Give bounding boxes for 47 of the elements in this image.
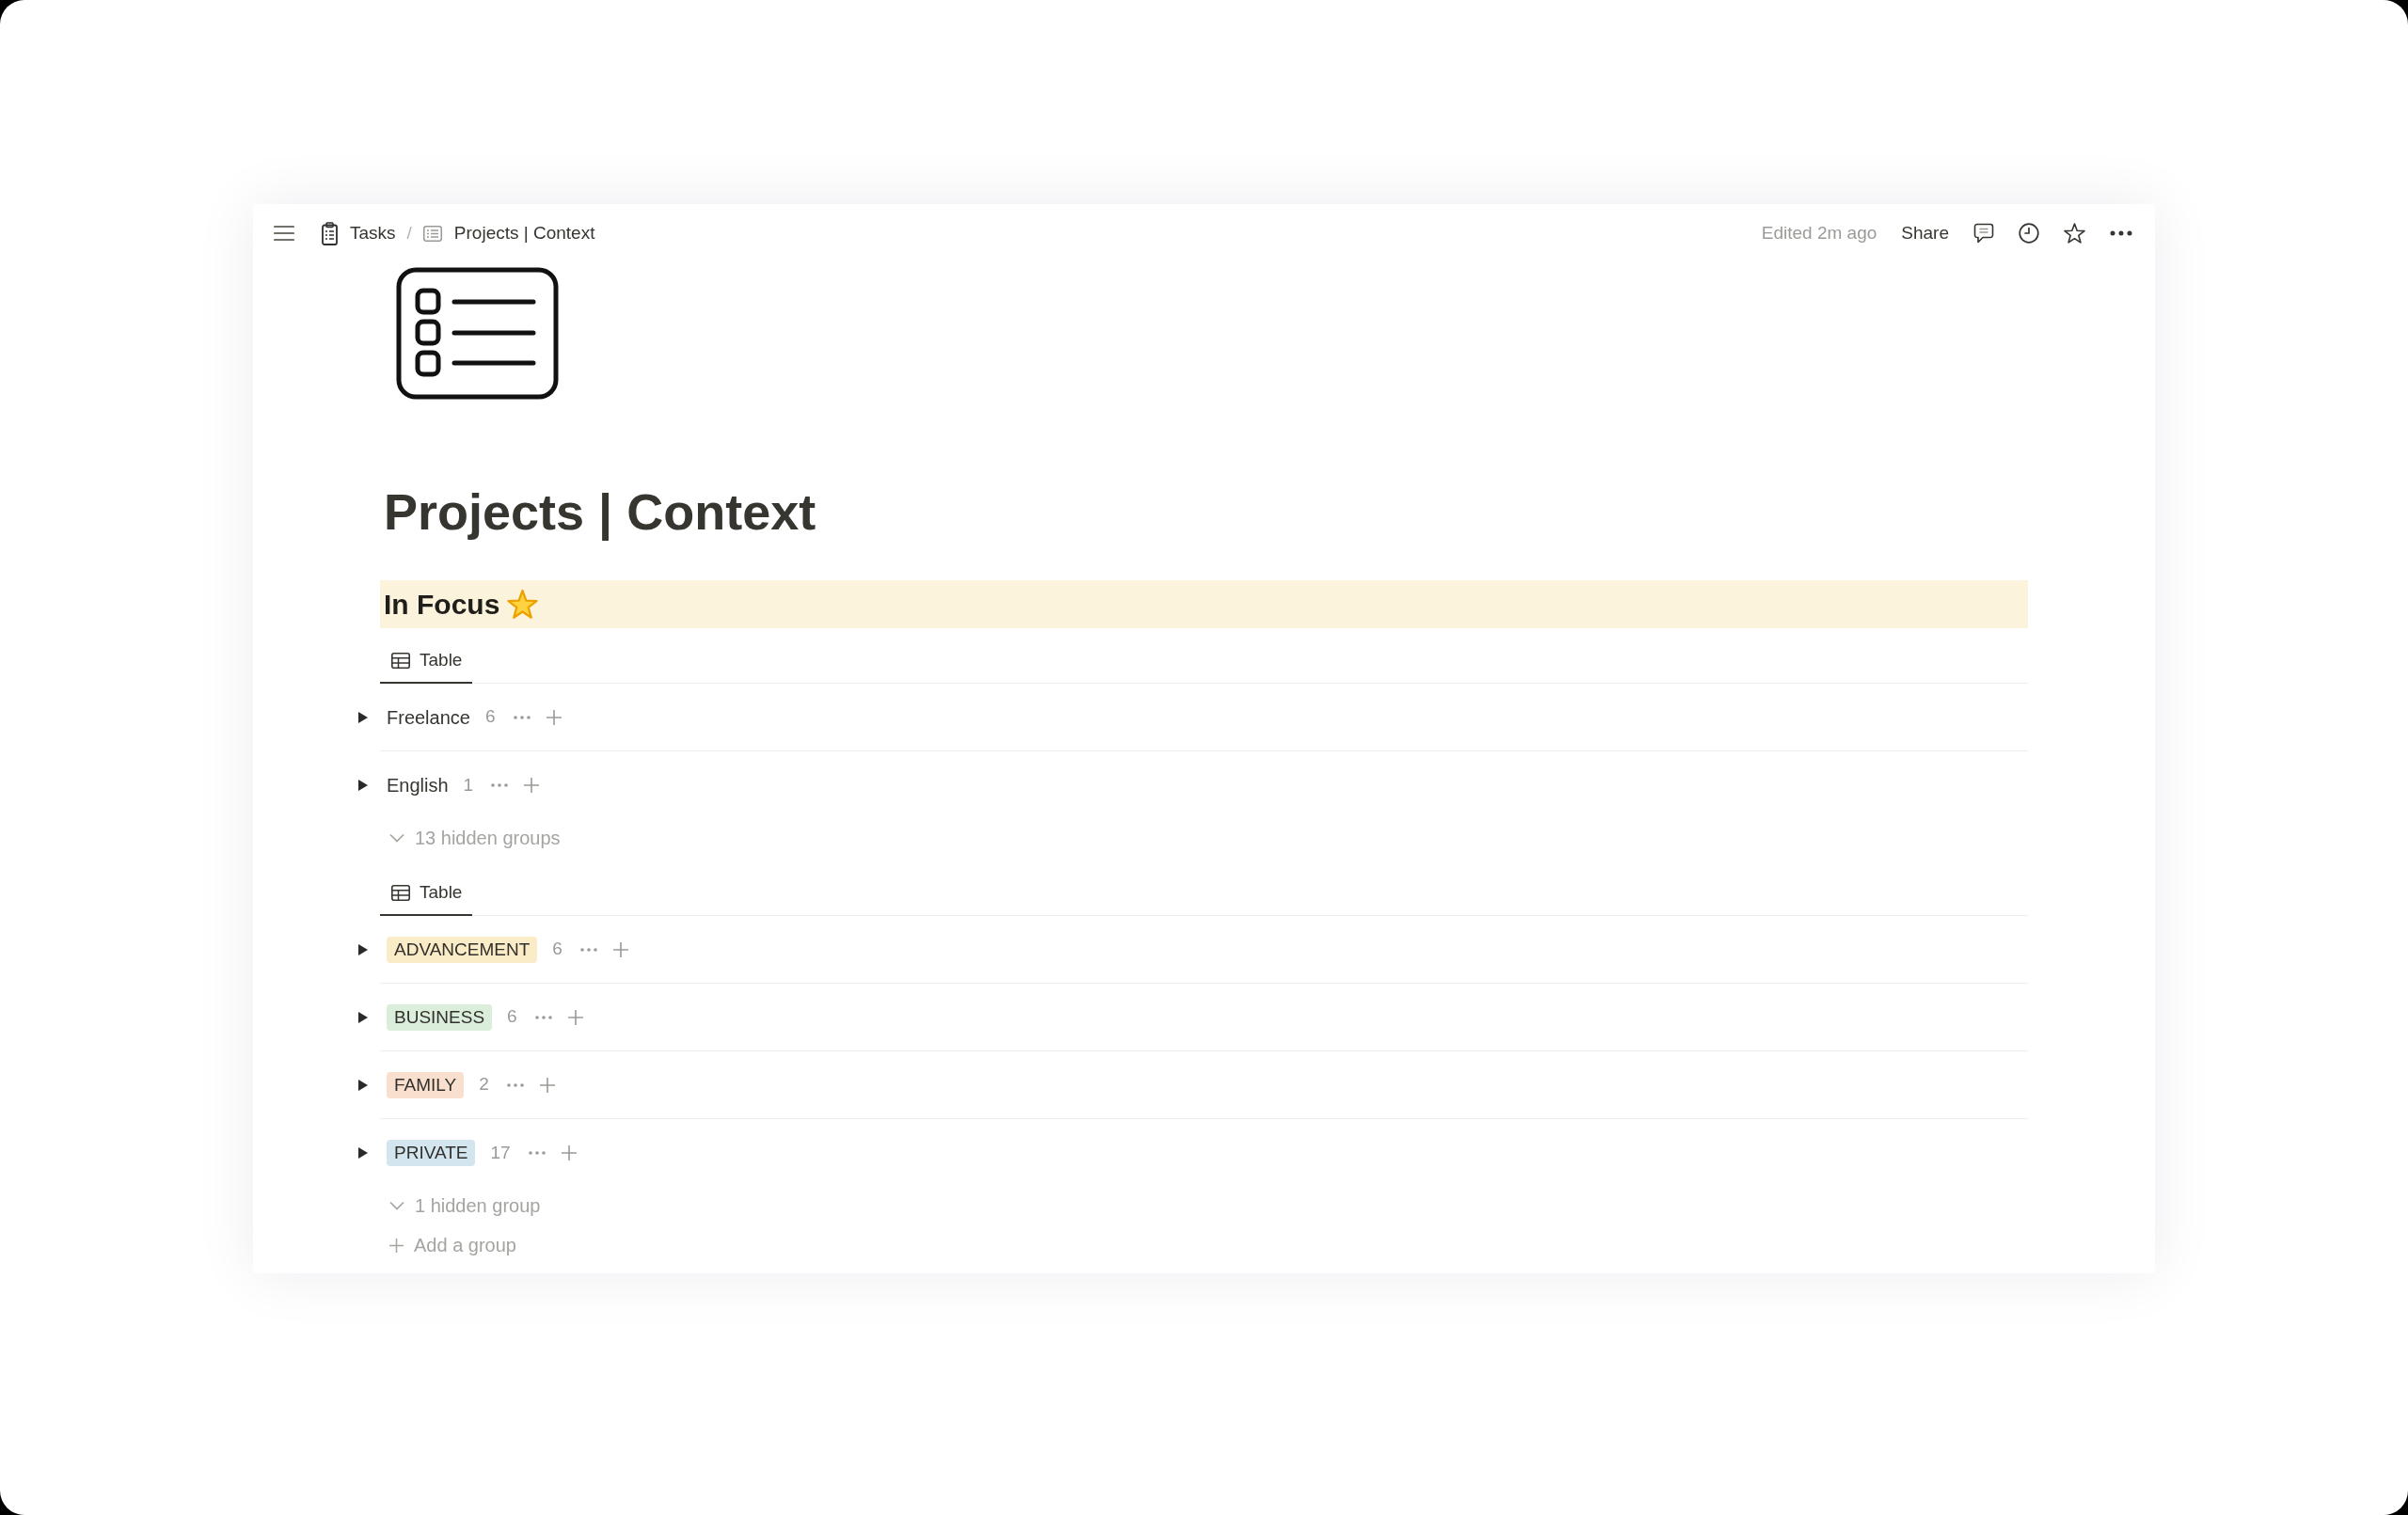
checklist-icon	[396, 267, 559, 400]
star-icon	[507, 590, 539, 619]
group-tag: ADVANCEMENT	[387, 936, 538, 963]
toggle-triangle-icon[interactable]	[358, 711, 368, 723]
plus-icon[interactable]	[612, 941, 628, 957]
breadcrumb-separator: /	[406, 221, 412, 245]
group-tag: FAMILY	[387, 1071, 465, 1098]
clock-icon[interactable]	[2019, 223, 2039, 244]
group-tag: BUSINESS	[387, 1003, 493, 1031]
plus-icon[interactable]	[567, 1009, 583, 1025]
group-count: 2	[479, 1073, 489, 1097]
group-count: 17	[490, 1141, 511, 1164]
menu-icon[interactable]	[274, 225, 294, 242]
toggle-triangle-icon[interactable]	[358, 1147, 368, 1159]
list-icon	[422, 225, 442, 242]
plus-icon[interactable]	[524, 778, 540, 793]
more-icon[interactable]	[2110, 230, 2132, 236]
breadcrumb-link[interactable]: Projects | Context	[422, 219, 595, 247]
plus-icon	[389, 1238, 404, 1253]
group-tag: PRIVATE	[387, 1140, 476, 1166]
toggle-triangle-icon[interactable]	[358, 943, 368, 955]
view-tab[interactable]: Table	[380, 639, 473, 684]
group-label: Freelance	[387, 705, 470, 730]
chevron-down-icon	[389, 1201, 404, 1210]
star-icon[interactable]	[2064, 223, 2085, 244]
plus-icon[interactable]	[539, 1077, 555, 1093]
group-label: English	[387, 774, 449, 797]
comment-icon[interactable]	[1973, 223, 1994, 244]
toggle-triangle-icon[interactable]	[358, 1079, 368, 1091]
plus-icon[interactable]	[561, 1145, 577, 1160]
chevron-down-icon	[389, 833, 404, 843]
share-button[interactable]: Share	[1901, 222, 1949, 245]
group-count: 6	[507, 1005, 517, 1029]
group-count: 6	[552, 938, 562, 961]
breadcrumb-link[interactable]: Tasks	[322, 219, 396, 247]
heading-text: In Focus	[384, 588, 500, 622]
toggle-triangle-icon[interactable]	[358, 780, 368, 791]
table-icon	[391, 653, 410, 669]
group-count: 1	[463, 773, 474, 797]
plus-icon[interactable]	[546, 709, 562, 725]
table-icon	[391, 885, 410, 901]
toggle-triangle-icon[interactable]	[358, 1011, 368, 1023]
clipboard-icon	[322, 221, 338, 245]
page-title: Projects | Context	[384, 482, 817, 543]
group-count: 6	[484, 705, 496, 729]
edited-status: Edited 2m ago	[1761, 221, 1877, 245]
view-tab[interactable]: Table	[380, 872, 473, 916]
